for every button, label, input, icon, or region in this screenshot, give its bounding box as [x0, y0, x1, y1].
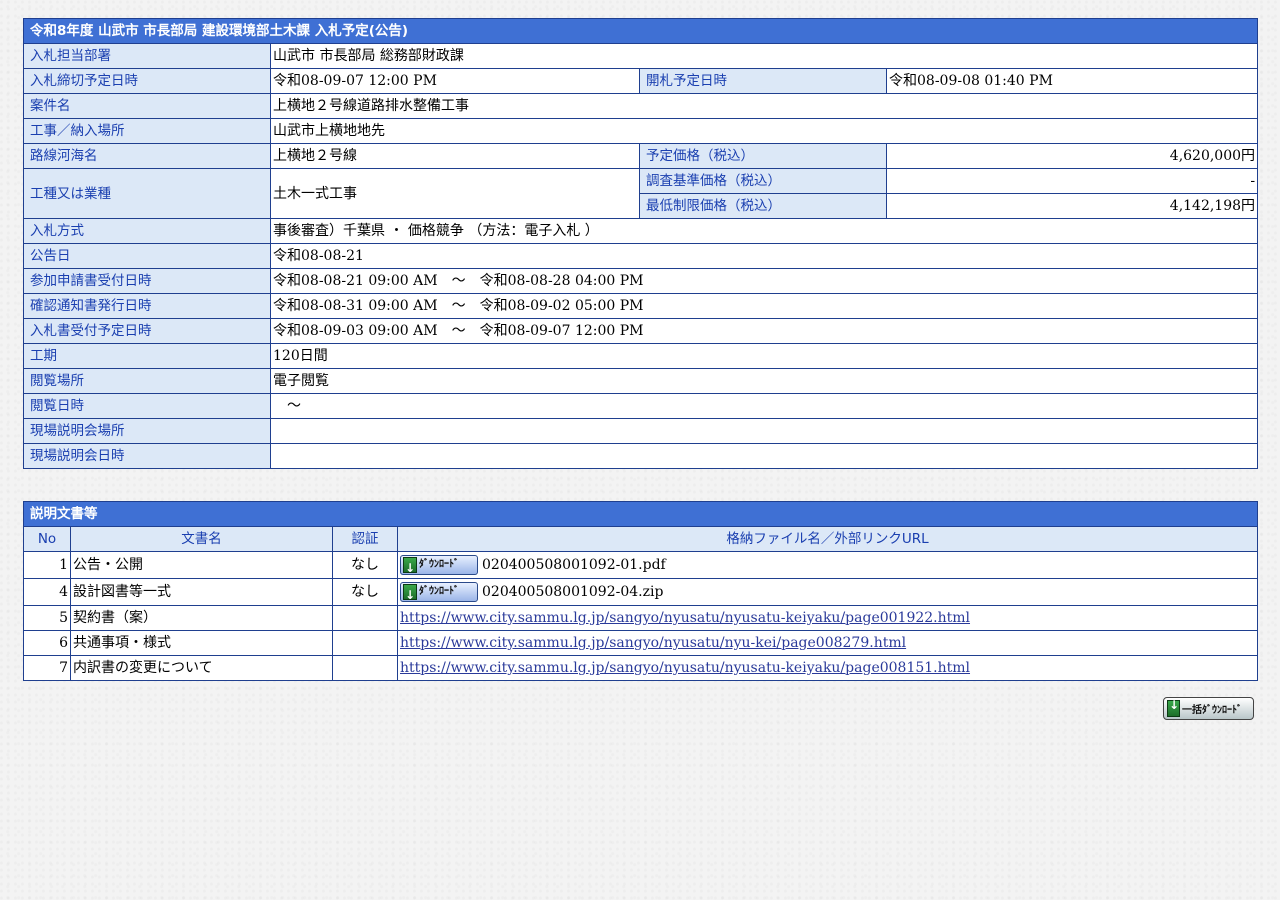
deadline-value: 令和08-09-07 12:00 PM	[270, 68, 640, 94]
download-button[interactable]: ﾀﾞｳﾝﾛｰﾄﾞ	[400, 582, 478, 605]
doc-name: 公告・公開	[70, 551, 333, 579]
type-label: 工種又は業種	[23, 168, 271, 219]
notice-value: 令和08-08-21	[269, 243, 1259, 269]
type-value: 土木一式工事	[270, 168, 640, 219]
price-value: 4,620,000円	[885, 143, 1259, 169]
confirm-label: 確認通知書発行日時	[23, 293, 271, 319]
doc-link[interactable]: https://www.city.sammu.lg.jp/sangyo/nyus…	[400, 610, 970, 626]
site-place-value	[269, 418, 1259, 444]
apply-value: 令和08-08-21 09:00 AM ～ 令和08-08-28 04:00 P…	[269, 268, 1259, 294]
route-value: 上横地２号線	[270, 143, 640, 169]
doc-no: 6	[23, 630, 71, 656]
doc-no: 5	[23, 605, 71, 631]
dept-label: 入札担当部署	[23, 43, 271, 69]
table-row: 5 契約書（案） https://www.city.sammu.lg.jp/sa…	[23, 605, 1258, 631]
table-row: 1 公告・公開 なし ﾀﾞｳﾝﾛｰﾄﾞ 020400508001092-01.pd…	[23, 551, 1258, 579]
route-label: 路線河海名	[23, 143, 271, 169]
download-icon	[403, 555, 417, 578]
site-date-value	[269, 443, 1259, 469]
bid-label: 入札書受付予定日時	[23, 318, 271, 344]
apply-label: 参加申請書受付日時	[23, 268, 271, 294]
view-date-label: 閲覧日時	[23, 393, 271, 419]
doc-no: 1	[23, 551, 71, 579]
doc-auth: なし	[332, 551, 398, 579]
col-auth: 認証	[332, 526, 398, 552]
doc-filename: 020400508001092-04.zip	[482, 584, 664, 600]
min-label: 最低制限価格（税込）	[639, 193, 887, 219]
doc-name: 契約書（案）	[70, 605, 333, 631]
view-date-value: ～	[269, 393, 1259, 419]
site-date-label: 現場説明会日時	[23, 443, 271, 469]
name-value: 上横地２号線道路排水整備工事	[269, 93, 1259, 119]
documents-table: 説明文書等 No 文書名 認証 格納ファイル名／外部リンクURL 1 公告・公開…	[23, 501, 1258, 681]
col-file: 格納ファイル名／外部リンクURL	[397, 526, 1258, 552]
download-button[interactable]: ﾀﾞｳﾝﾛｰﾄﾞ	[400, 555, 478, 578]
period-label: 工期	[23, 343, 271, 369]
doc-link[interactable]: https://www.city.sammu.lg.jp/sangyo/nyus…	[400, 660, 970, 676]
open-label: 開札予定日時	[639, 68, 887, 94]
view-place-value: 電子閲覧	[269, 368, 1259, 394]
min-value: 4,142,198円	[885, 193, 1259, 219]
page-title: 令和8年度 山武市 市長部局 建設環境部土木課 入札予定(公告)	[22, 18, 1259, 44]
table-row: 7 内訳書の変更について https://www.city.sammu.lg.j…	[23, 655, 1258, 681]
col-name: 文書名	[70, 526, 333, 552]
download-label: ﾀﾞｳﾝﾛｰﾄﾞ	[419, 586, 459, 597]
bulk-download-button[interactable]: 一括ﾀﾞｳﾝﾛｰﾄﾞ	[1163, 697, 1254, 720]
table-row: 4 設計図書等一式 なし ﾀﾞｳﾝﾛｰﾄﾞ 020400508001092-04.…	[23, 578, 1258, 606]
doc-file-cell: ﾀﾞｳﾝﾛｰﾄﾞ 020400508001092-04.zip	[397, 578, 1258, 606]
price-label: 予定価格（税込）	[639, 143, 887, 169]
doc-filename: 020400508001092-01.pdf	[482, 557, 666, 573]
survey-label: 調査基準価格（税込）	[639, 168, 887, 194]
place-label: 工事／納入場所	[23, 118, 271, 144]
doc-auth	[332, 605, 398, 631]
view-place-label: 閲覧場所	[23, 368, 271, 394]
doc-auth: なし	[332, 578, 398, 606]
place-value: 山武市上横地地先	[269, 118, 1259, 144]
open-value: 令和08-09-08 01:40 PM	[885, 68, 1259, 94]
site-place-label: 現場説明会場所	[23, 418, 271, 444]
documents-title: 説明文書等	[23, 501, 1258, 527]
method-value: 事後審査）千葉県 ・ 価格競争 （方法：電子入札 ）	[269, 218, 1259, 244]
doc-name: 内訳書の変更について	[70, 655, 333, 681]
download-icon	[403, 582, 417, 605]
bulk-download-label: 一括ﾀﾞｳﾝﾛｰﾄﾞ	[1182, 705, 1242, 716]
doc-link[interactable]: https://www.city.sammu.lg.jp/sangyo/nyus…	[400, 635, 906, 651]
notice-label: 公告日	[23, 243, 271, 269]
deadline-label: 入札締切予定日時	[23, 68, 271, 94]
dept-value: 山武市 市長部局 総務部財政課	[269, 43, 1259, 69]
download-label: ﾀﾞｳﾝﾛｰﾄﾞ	[419, 559, 459, 570]
table-row: 6 共通事項・様式 https://www.city.sammu.lg.jp/s…	[23, 630, 1258, 656]
confirm-value: 令和08-08-31 09:00 AM ～ 令和08-09-02 05:00 P…	[269, 293, 1259, 319]
doc-file-cell: ﾀﾞｳﾝﾛｰﾄﾞ 020400508001092-01.pdf	[397, 551, 1258, 579]
doc-name: 共通事項・様式	[70, 630, 333, 656]
period-value: 120日間	[269, 343, 1259, 369]
bid-value: 令和08-09-03 09:00 AM ～ 令和08-09-07 12:00 P…	[269, 318, 1259, 344]
download-icon	[1167, 698, 1180, 717]
name-label: 案件名	[23, 93, 271, 119]
doc-auth	[332, 630, 398, 656]
doc-no: 4	[23, 578, 71, 606]
doc-auth	[332, 655, 398, 681]
bid-info-table: 令和8年度 山武市 市長部局 建設環境部土木課 入札予定(公告) 入札担当部署山…	[22, 18, 1259, 469]
doc-name: 設計図書等一式	[70, 578, 333, 606]
col-no: No	[23, 526, 71, 552]
method-label: 入札方式	[23, 218, 271, 244]
doc-no: 7	[23, 655, 71, 681]
survey-value: -	[885, 168, 1259, 194]
